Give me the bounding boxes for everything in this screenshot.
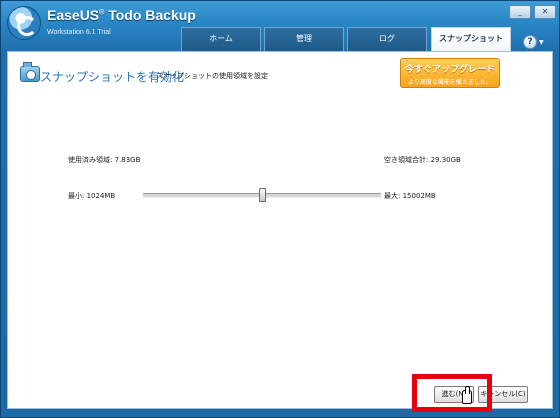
close-button[interactable]: ✕ xyxy=(534,5,556,19)
app-edition: Workstation 6.1 Trial xyxy=(47,29,111,36)
snapshot-panel: スナップショットを有効化 スナップショットの使用領域を設定 今すぐアップグレード… xyxy=(7,51,553,412)
free-space-label: 空き領域合計: 29.30GB xyxy=(384,156,461,164)
tab-snapshot[interactable]: スナップショット xyxy=(431,27,511,52)
help-dropdown-icon[interactable]: ▼ xyxy=(539,39,544,46)
upgrade-button[interactable]: 今すぐアップグレード より高度な機能を備えました。 xyxy=(400,58,500,88)
help-icon[interactable]: ? xyxy=(523,35,537,49)
min-size-label: 最小: 1024MB xyxy=(68,192,116,200)
slider-thumb[interactable] xyxy=(258,188,266,202)
tab-manage[interactable]: 管理 xyxy=(264,27,344,51)
cancel-button[interactable]: キャンセル(C) xyxy=(478,386,528,403)
hand-cursor-icon xyxy=(462,386,472,404)
app-window: EaseUS® Todo Backup Workstation 6.1 Tria… xyxy=(0,0,560,418)
camera-icon xyxy=(20,62,40,82)
app-logo-icon xyxy=(7,6,41,40)
tab-home[interactable]: ホーム xyxy=(181,27,261,51)
upgrade-label: 今すぐアップグレード xyxy=(404,65,495,75)
used-space-label: 使用済み領域: 7.83GB xyxy=(68,156,141,164)
upgrade-sublabel: より高度な機能を備えました。 xyxy=(408,79,492,86)
page-description: スナップショットの使用領域を設定 xyxy=(156,72,268,80)
minimize-button[interactable]: _ xyxy=(509,5,531,19)
max-size-label: 最大: 15002MB xyxy=(384,192,436,200)
app-title: EaseUS® Todo Backup xyxy=(47,7,196,23)
tab-log[interactable]: ログ xyxy=(347,27,427,51)
